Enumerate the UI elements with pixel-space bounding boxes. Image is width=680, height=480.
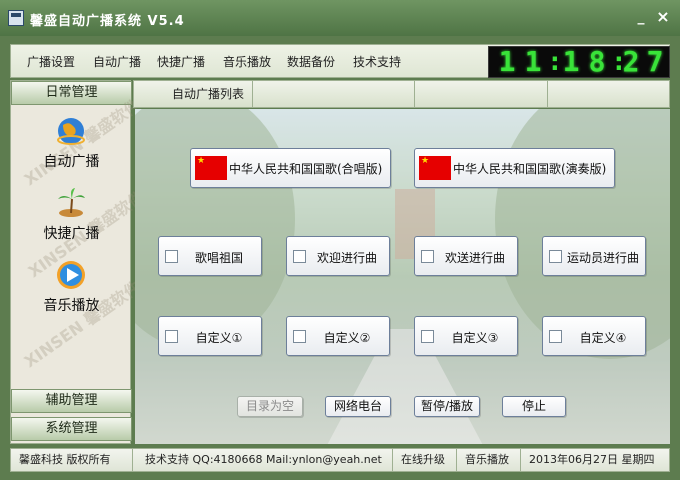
header-aux-management[interactable]: 辅助管理 bbox=[11, 389, 132, 413]
status-online-upgrade[interactable]: 在线升级 bbox=[397, 449, 457, 471]
nav-item-auto-broadcast[interactable]: 自动广播 bbox=[11, 115, 132, 181]
song-label: 自定义② bbox=[323, 331, 371, 345]
song-checkbox[interactable] bbox=[421, 250, 434, 263]
left-nav-panel: 日常管理 XINSEN 馨盛软件 XINSEN 馨盛软件 XINSEN 馨盛软件… bbox=[10, 80, 148, 444]
title-bar: 馨盛自动广播系统 V5.4 _ × bbox=[0, 0, 680, 36]
menu-item-broadcast-settings[interactable]: 广播设置 bbox=[27, 53, 75, 70]
tab-bar: 自动广播列表 bbox=[133, 80, 670, 108]
status-music-play[interactable]: 音乐播放 bbox=[461, 449, 521, 471]
song-button-custom-4[interactable]: 自定义④ bbox=[542, 316, 646, 356]
header-daily-management[interactable]: 日常管理 bbox=[11, 81, 132, 105]
nav-label: 音乐播放 bbox=[43, 298, 100, 314]
china-flag-icon bbox=[195, 156, 227, 180]
nav-item-music-play[interactable]: 音乐播放 bbox=[11, 259, 132, 325]
clock-hour-digit: 1 bbox=[524, 45, 542, 78]
song-checkbox[interactable] bbox=[293, 250, 306, 263]
song-button-athletes-march[interactable]: 运动员进行曲 bbox=[542, 236, 646, 276]
song-checkbox[interactable] bbox=[421, 330, 434, 343]
clock-minute-digit: 1 bbox=[562, 45, 580, 78]
song-button-custom-1[interactable]: 自定义① bbox=[158, 316, 262, 356]
clock-hour-digit: 1 bbox=[498, 45, 516, 78]
anthem-label: 中华人民共和国国歌(演奏版) bbox=[453, 162, 607, 176]
song-checkbox[interactable] bbox=[293, 330, 306, 343]
song-button-sing-motherland[interactable]: 歌唱祖国 bbox=[158, 236, 262, 276]
app-icon bbox=[8, 10, 24, 26]
divider bbox=[414, 81, 415, 107]
clock-minute-digit: 8 bbox=[588, 45, 606, 78]
minimize-button[interactable]: _ bbox=[632, 8, 650, 26]
palm-tree-icon bbox=[58, 188, 85, 217]
play-icon bbox=[57, 261, 85, 289]
clock-second-digit: 7 bbox=[646, 45, 664, 78]
song-button-custom-2[interactable]: 自定义② bbox=[286, 316, 390, 356]
status-company: 馨盛科技 版权所有 bbox=[15, 449, 133, 471]
nav-item-quick-broadcast[interactable]: 快捷广播 bbox=[11, 187, 132, 253]
song-label: 自定义③ bbox=[451, 331, 499, 345]
status-bar: 馨盛科技 版权所有 技术支持 QQ:4180668 Mail:ynlon@yea… bbox=[10, 448, 670, 472]
song-label: 自定义① bbox=[195, 331, 243, 345]
menu-item-auto-broadcast[interactable]: 自动广播 bbox=[93, 53, 141, 70]
song-label: 欢送进行曲 bbox=[444, 251, 505, 265]
tab-auto-broadcast-list[interactable]: 自动广播列表 bbox=[134, 81, 254, 107]
anthem-chorus-button[interactable]: 中华人民共和国国歌(合唱版) bbox=[190, 148, 391, 188]
song-button-farewell-march[interactable]: 欢送进行曲 bbox=[414, 236, 518, 276]
status-support: 技术支持 QQ:4180668 Mail:ynlon@yeah.net bbox=[141, 449, 393, 471]
song-button-custom-3[interactable]: 自定义③ bbox=[414, 316, 518, 356]
nav-label: 快捷广播 bbox=[43, 226, 100, 242]
song-label: 自定义④ bbox=[579, 331, 627, 345]
menu-item-quick-broadcast[interactable]: 快捷广播 bbox=[157, 53, 205, 70]
main-content: 中华人民共和国国歌(合唱版) 中华人民共和国国歌(演奏版) 歌唱祖国 欢迎进行曲… bbox=[135, 109, 670, 444]
song-button-welcome-march[interactable]: 欢迎进行曲 bbox=[286, 236, 390, 276]
header-system-management[interactable]: 系统管理 bbox=[11, 417, 132, 441]
clear-list-button[interactable]: 目录为空 bbox=[237, 396, 303, 417]
nav-label: 自动广播 bbox=[43, 154, 100, 170]
window-title: 馨盛自动广播系统 V5.4 bbox=[30, 14, 185, 29]
song-checkbox[interactable] bbox=[165, 250, 178, 263]
song-label: 欢迎进行曲 bbox=[316, 251, 377, 265]
close-button[interactable]: × bbox=[654, 8, 672, 26]
globe-icon bbox=[57, 118, 85, 145]
anthem-instrumental-button[interactable]: 中华人民共和国国歌(演奏版) bbox=[414, 148, 615, 188]
menu-item-tech-support[interactable]: 技术支持 bbox=[353, 53, 401, 70]
anthem-label: 中华人民共和国国歌(合唱版) bbox=[229, 162, 383, 176]
status-date: 2013年06月27日 星期四 bbox=[529, 453, 655, 466]
song-checkbox[interactable] bbox=[165, 330, 178, 343]
digital-clock: 1 1 : 1 8 : 2 7 bbox=[488, 46, 670, 78]
clock-separator: : bbox=[547, 47, 563, 77]
song-label: 歌唱祖国 bbox=[194, 251, 243, 265]
china-flag-icon bbox=[419, 156, 451, 180]
song-label: 运动员进行曲 bbox=[566, 251, 639, 265]
song-checkbox[interactable] bbox=[549, 330, 562, 343]
stop-button[interactable]: 停止 bbox=[502, 396, 566, 417]
network-radio-button[interactable]: 网络电台 bbox=[325, 396, 391, 417]
menu-item-music-play[interactable]: 音乐播放 bbox=[223, 53, 271, 70]
divider bbox=[547, 81, 548, 107]
menu-item-data-backup[interactable]: 数据备份 bbox=[287, 53, 335, 70]
pause-play-button[interactable]: 暂停/播放 bbox=[414, 396, 480, 417]
song-checkbox[interactable] bbox=[549, 250, 562, 263]
